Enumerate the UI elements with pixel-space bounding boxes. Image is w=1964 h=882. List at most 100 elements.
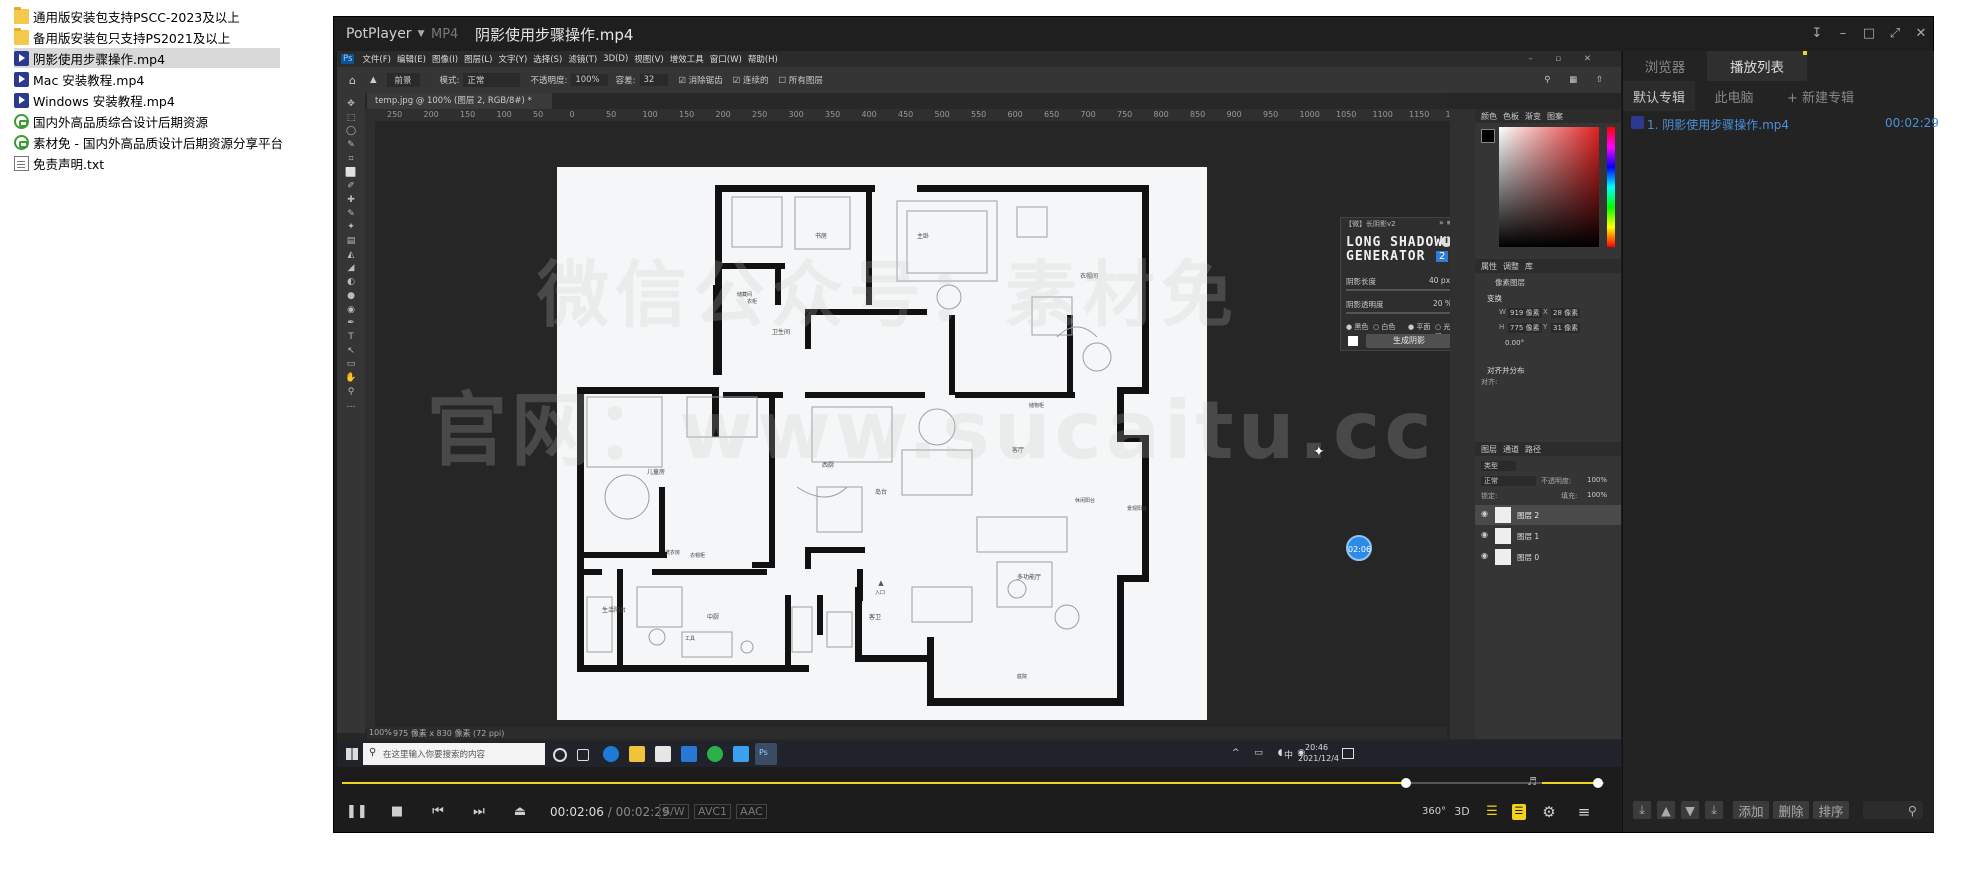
file-item[interactable]: 免责声明.txt (14, 153, 280, 173)
ps-menu-item: 编辑(E) (396, 55, 426, 65)
previous-icon[interactable]: ⏮ (428, 802, 448, 822)
ps-collapsed-panels (1450, 109, 1475, 739)
maximize-icon[interactable]: □ (1860, 25, 1878, 43)
move-top-icon[interactable]: ⤓ (1633, 801, 1651, 819)
file-item[interactable]: 通用版安装包支持PSCC-2023及以上 (14, 6, 280, 26)
ruler-tick-label: 150 (679, 110, 695, 119)
long-shadow-title-1: LONG SHADOW (1346, 235, 1444, 250)
delete-button[interactable]: 删除 (1773, 801, 1809, 819)
generate-shadow-button[interactable]: 生成阴影 (1366, 334, 1452, 348)
subtab-new-album[interactable]: + 新建专辑 (1773, 81, 1868, 111)
playlist-item-duration: 00:02:29 (1885, 116, 1939, 130)
app-menu-button[interactable]: PotPlayer ▼ (346, 17, 425, 51)
room-label: 入口 (875, 590, 886, 596)
ps-ruler-horizontal: 250 200 150 100 50 0 50 100 150 200 250 300 350 400 45… (375, 109, 1450, 121)
tab-gradient: 渐变 (1525, 111, 1541, 121)
subtab-default-album[interactable]: 默认专辑 (1623, 81, 1695, 111)
video-frame[interactable]: Ps 文件(F) 编辑(E) 图像(I) 图层(L) 文字(Y) 选择(S) 滤… (337, 51, 1621, 767)
ps-tool-icon: ◭ (347, 249, 355, 260)
h-value: 775 像素 (1508, 323, 1542, 333)
ruler-tick-label: 950 (1263, 110, 1279, 119)
eject-icon[interactable]: ⏏ (510, 802, 530, 822)
radio-white[interactable]: ○ 白色 (1373, 322, 1395, 332)
playlist-bottom-bar: ⤓ ▲ ▼ ⤓ 添加 删除 排序 ⚲ (1623, 795, 1933, 825)
shadow-opacity-label: 阴影透明度 (1346, 300, 1384, 309)
taskbar-time: 20:46 (1305, 743, 1329, 752)
volume-thumb[interactable] (1592, 778, 1603, 788)
move-bottom-icon[interactable]: ⤓ (1705, 801, 1723, 819)
video-codec-badge[interactable]: AVC1 (694, 804, 732, 819)
file-item[interactable]: 国内外高品质综合设计后期资源 (14, 111, 280, 131)
vr-360-button[interactable]: 360° (1422, 802, 1446, 822)
ps-tool-icon: ✚ (347, 194, 355, 205)
pause-icon[interactable]: ❚❚ (346, 802, 368, 822)
pin-icon[interactable]: ↧ (1808, 25, 1826, 43)
shadow-opacity-slider[interactable] (1346, 312, 1452, 314)
tab-browser[interactable]: 浏览器 (1623, 51, 1707, 81)
file-item[interactable]: 阴影使用步骤操作.mp4 (14, 48, 280, 68)
ruler-tick-label: 800 (1153, 110, 1169, 119)
format-tab[interactable]: MP4 (431, 17, 458, 51)
y-label: Y (1543, 323, 1548, 331)
shadow-color-swatch[interactable] (1348, 336, 1358, 346)
playlist-item[interactable]: 1. 阴影使用步骤操作.mp4 00:02:29 (1623, 111, 1939, 135)
tab-playlist[interactable]: 播放列表 (1707, 51, 1807, 81)
tab-paths: 路径 (1525, 444, 1541, 454)
minimize-icon[interactable]: – (1834, 25, 1852, 43)
eye-icon: ◉ (1481, 509, 1488, 518)
move-down-icon[interactable]: ▼ (1681, 801, 1699, 819)
ps-tool-icon: ✦ (347, 222, 355, 233)
add-button[interactable]: 添加 (1733, 801, 1769, 819)
tab-playlist-marker (1803, 51, 1807, 55)
align-sub: 对齐: (1481, 378, 1498, 386)
file-item[interactable]: 备用版安装包只支持PS2021及以上 (14, 27, 280, 47)
radio-flat[interactable]: ● 平面 (1408, 322, 1430, 332)
ps-tool-icon: ⬚ (346, 112, 356, 123)
control-bar: ❚❚ ■ ⏮ ⏭ ⏏ 00:02:06 / 00:02:29 S/W AVC1 … (334, 792, 1624, 832)
room-label: 多功能厅 (1017, 574, 1042, 581)
video-file-icon (14, 92, 29, 108)
file-name: 素材免 - 国内外高品质设计后期资源分享平台 (33, 135, 283, 151)
shadow-length-value[interactable]: 40 px (1429, 276, 1450, 285)
menu-icon[interactable]: ≡ (1574, 802, 1594, 822)
file-item[interactable]: 素材免 - 国内外高品质设计后期资源分享平台 (14, 132, 283, 152)
ps-menu-item: 图像(I) (431, 55, 459, 65)
ps-menu-item: 视图(V) (634, 55, 664, 65)
windows-start-icon (346, 748, 358, 760)
tab-color: 颜色 (1481, 111, 1497, 121)
radio-black[interactable]: ● 黑色 (1346, 322, 1368, 332)
decoder-badge[interactable]: S/W (659, 804, 689, 819)
ps-tolerance-value: 32 (639, 74, 669, 86)
ruler-tick-label: 100 (496, 110, 512, 119)
file-item[interactable]: Windows 安装教程.mp4 (14, 90, 280, 110)
file-name: Mac 安装教程.mp4 (33, 72, 145, 88)
layer-thumb (1495, 549, 1511, 565)
playlist-search-icon[interactable]: ☰ (1482, 802, 1502, 822)
fullscreen-icon[interactable]: ⤢ (1886, 25, 1904, 43)
file-item[interactable]: Mac 安装教程.mp4 (14, 69, 280, 89)
subtitle-icon[interactable]: ☰ (1512, 804, 1526, 820)
ruler-tick-label: 600 (1007, 110, 1023, 119)
ruler-tick-label: 1150 (1409, 110, 1430, 119)
volume-icon[interactable]: ♬ (1527, 775, 1537, 788)
settings-gear-icon[interactable]: ⚙ (1539, 802, 1559, 822)
close-icon[interactable]: ✕ (1912, 25, 1930, 43)
playlist-search-input[interactable]: ⚲ (1863, 801, 1923, 819)
stop-icon[interactable]: ■ (387, 802, 407, 822)
layer-row: ◉ 图层 1 (1475, 526, 1621, 546)
ruler-tick-label: 900 (1226, 110, 1242, 119)
shadow-length-slider[interactable] (1346, 289, 1452, 291)
next-icon[interactable]: ⏭ (469, 802, 489, 822)
seek-bar[interactable]: ♬ (342, 775, 1620, 790)
ps-tool-icon: ✐ (347, 181, 355, 192)
sort-button[interactable]: 排序 (1813, 801, 1849, 819)
tab-properties: 属性 (1481, 261, 1497, 271)
folder-icon (14, 6, 29, 24)
ruler-tick-label: 0 (569, 110, 575, 119)
3d-button[interactable]: 3D (1452, 802, 1472, 822)
subtab-this-pc[interactable]: 此电脑 (1697, 81, 1771, 111)
audio-codec-badge[interactable]: AAC (736, 804, 767, 819)
move-up-icon[interactable]: ▲ (1657, 801, 1675, 819)
seek-thumb[interactable] (1400, 778, 1411, 788)
ruler-tick-label: 400 (861, 110, 877, 119)
